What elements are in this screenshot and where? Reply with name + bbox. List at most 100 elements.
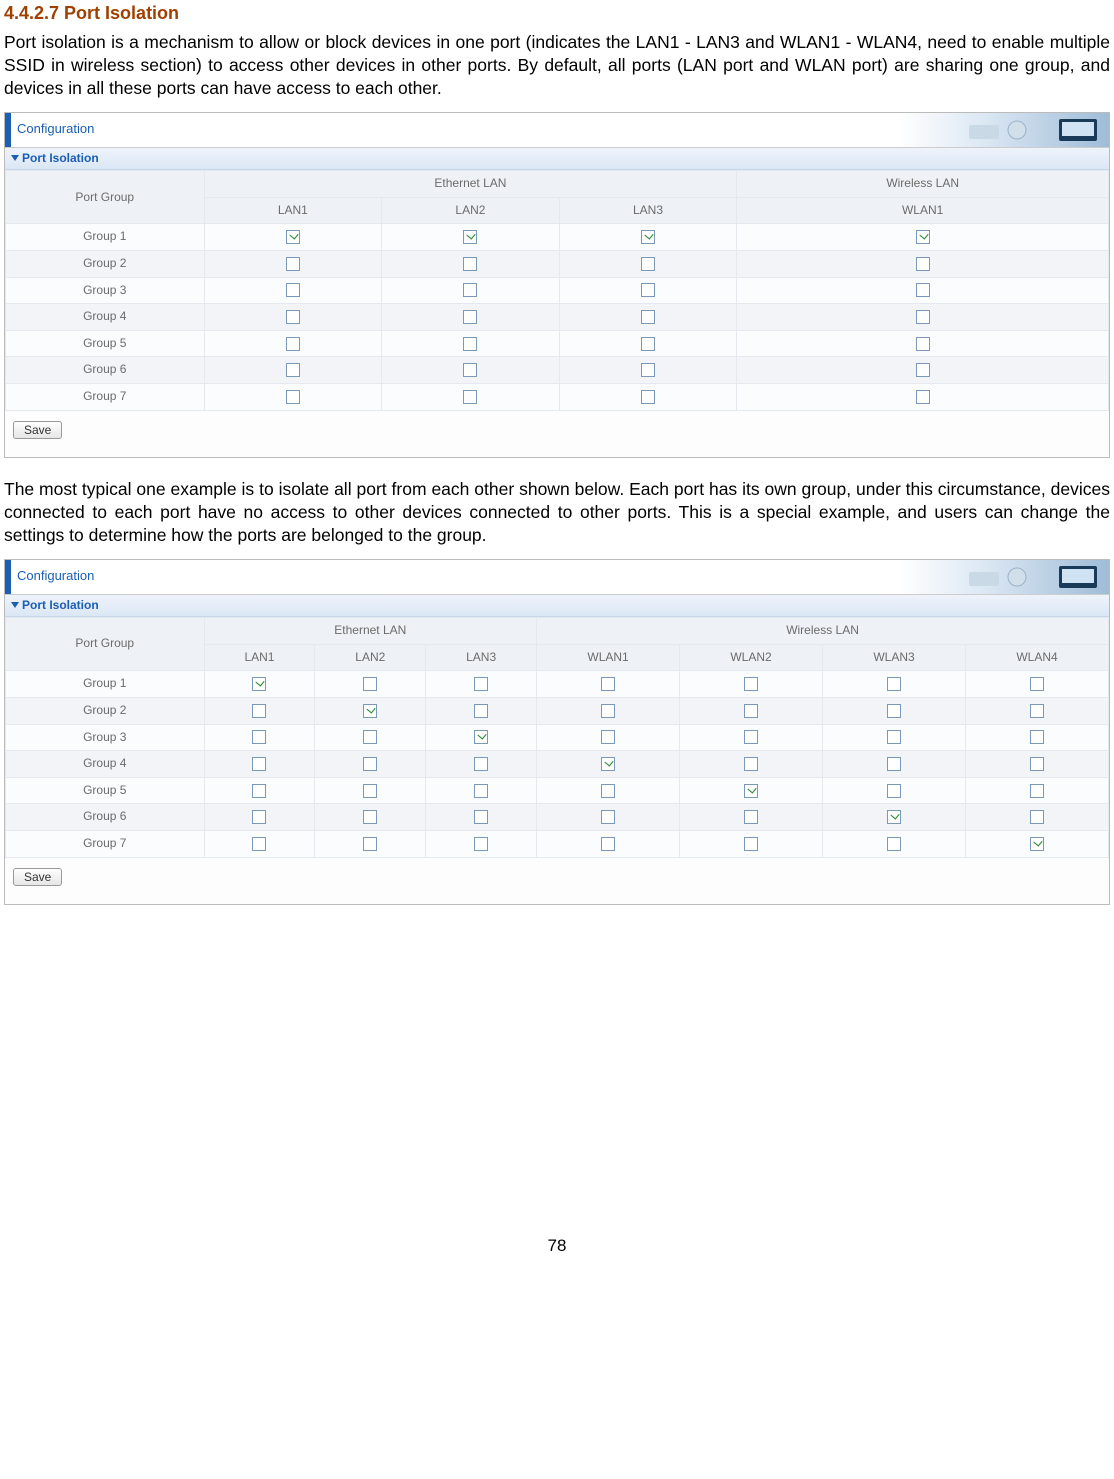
- col-subheader: LAN3: [559, 197, 737, 224]
- checkbox-cell[interactable]: [737, 383, 1109, 410]
- checkbox-cell[interactable]: [537, 804, 680, 831]
- checkbox-cell[interactable]: [680, 724, 823, 751]
- checkbox-cell[interactable]: [315, 724, 426, 751]
- checkbox-cell[interactable]: [315, 830, 426, 857]
- checkbox-cell[interactable]: [426, 804, 537, 831]
- checkbox-cell[interactable]: [204, 777, 315, 804]
- checkbox-cell[interactable]: [737, 224, 1109, 251]
- checkbox-cell[interactable]: [537, 671, 680, 698]
- checkbox-cell[interactable]: [823, 697, 966, 724]
- checkbox-cell[interactable]: [965, 697, 1108, 724]
- checkbox-cell[interactable]: [559, 304, 737, 331]
- checkbox-cell[interactable]: [204, 383, 382, 410]
- checkbox-cell[interactable]: [559, 251, 737, 278]
- row-label: Group 5: [6, 330, 205, 357]
- table-row: Group 3: [6, 277, 1109, 304]
- checkbox-cell[interactable]: [537, 724, 680, 751]
- checkbox-cell[interactable]: [559, 277, 737, 304]
- checkbox-cell[interactable]: [204, 697, 315, 724]
- checkbox-cell[interactable]: [382, 251, 560, 278]
- checkbox-cell[interactable]: [537, 777, 680, 804]
- checkbox-cell[interactable]: [204, 724, 315, 751]
- checkbox-cell[interactable]: [426, 777, 537, 804]
- checkbox-cell[interactable]: [823, 777, 966, 804]
- checkbox-cell[interactable]: [823, 724, 966, 751]
- checkbox-cell[interactable]: [426, 724, 537, 751]
- checkbox-cell[interactable]: [680, 671, 823, 698]
- checkbox-cell[interactable]: [823, 671, 966, 698]
- checkbox-cell[interactable]: [680, 777, 823, 804]
- checkbox-cell[interactable]: [680, 697, 823, 724]
- checkbox-cell[interactable]: [204, 671, 315, 698]
- checkbox-cell[interactable]: [426, 671, 537, 698]
- checkbox-cell[interactable]: [204, 330, 382, 357]
- checkbox-cell[interactable]: [537, 697, 680, 724]
- checkbox-cell[interactable]: [382, 304, 560, 331]
- checkbox-cell[interactable]: [737, 277, 1109, 304]
- checkbox-cell[interactable]: [315, 751, 426, 778]
- checkbox-cell[interactable]: [426, 697, 537, 724]
- checkbox-cell[interactable]: [426, 830, 537, 857]
- col-subheader: LAN1: [204, 644, 315, 671]
- checkbox-cell[interactable]: [559, 357, 737, 384]
- checkbox-cell[interactable]: [737, 330, 1109, 357]
- checkbox-cell[interactable]: [823, 830, 966, 857]
- checkbox-cell[interactable]: [680, 751, 823, 778]
- section-bar[interactable]: Port Isolation: [5, 595, 1109, 618]
- checkbox-cell[interactable]: [965, 830, 1108, 857]
- save-button[interactable]: Save: [13, 868, 62, 886]
- checkbox-cell[interactable]: [204, 251, 382, 278]
- checkbox-cell[interactable]: [204, 830, 315, 857]
- checkbox-cell[interactable]: [680, 830, 823, 857]
- checkbox-cell[interactable]: [537, 830, 680, 857]
- checkbox-icon: [601, 757, 615, 771]
- checkbox-cell[interactable]: [204, 304, 382, 331]
- table-row: Group 3: [6, 724, 1109, 751]
- row-label: Group 6: [6, 357, 205, 384]
- checkbox-cell[interactable]: [737, 304, 1109, 331]
- checkbox-cell[interactable]: [204, 224, 382, 251]
- checkbox-cell[interactable]: [382, 330, 560, 357]
- checkbox-cell[interactable]: [315, 697, 426, 724]
- row-label: Group 6: [6, 804, 205, 831]
- header-decor-image: [899, 113, 1109, 147]
- checkbox-cell[interactable]: [965, 724, 1108, 751]
- checkbox-cell[interactable]: [382, 357, 560, 384]
- checkbox-icon: [474, 757, 488, 771]
- checkbox-cell[interactable]: [204, 357, 382, 384]
- checkbox-cell[interactable]: [315, 777, 426, 804]
- checkbox-cell[interactable]: [680, 804, 823, 831]
- checkbox-cell[interactable]: [382, 277, 560, 304]
- checkbox-cell[interactable]: [737, 357, 1109, 384]
- checkbox-cell[interactable]: [382, 224, 560, 251]
- checkbox-icon: [916, 230, 930, 244]
- checkbox-cell[interactable]: [204, 804, 315, 831]
- checkbox-cell[interactable]: [204, 277, 382, 304]
- checkbox-cell[interactable]: [965, 671, 1108, 698]
- checkbox-icon: [887, 810, 901, 824]
- col-subheader: WLAN4: [965, 644, 1108, 671]
- checkbox-cell[interactable]: [315, 804, 426, 831]
- checkbox-icon: [744, 704, 758, 718]
- checkbox-cell[interactable]: [965, 751, 1108, 778]
- section-bar[interactable]: Port Isolation: [5, 148, 1109, 171]
- checkbox-cell[interactable]: [204, 751, 315, 778]
- checkbox-cell[interactable]: [559, 224, 737, 251]
- checkbox-cell[interactable]: [537, 751, 680, 778]
- checkbox-cell[interactable]: [965, 777, 1108, 804]
- checkbox-icon: [463, 230, 477, 244]
- checkbox-cell[interactable]: [559, 383, 737, 410]
- row-label: Group 3: [6, 724, 205, 751]
- save-button[interactable]: Save: [13, 421, 62, 439]
- checkbox-cell[interactable]: [823, 751, 966, 778]
- checkbox-cell[interactable]: [737, 251, 1109, 278]
- checkbox-cell[interactable]: [382, 383, 560, 410]
- checkbox-cell[interactable]: [426, 751, 537, 778]
- checkbox-cell[interactable]: [965, 804, 1108, 831]
- row-label: Group 5: [6, 777, 205, 804]
- checkbox-cell[interactable]: [559, 330, 737, 357]
- checkbox-cell[interactable]: [315, 671, 426, 698]
- checkbox-icon: [363, 677, 377, 691]
- col-subheader: WLAN1: [737, 197, 1109, 224]
- checkbox-cell[interactable]: [823, 804, 966, 831]
